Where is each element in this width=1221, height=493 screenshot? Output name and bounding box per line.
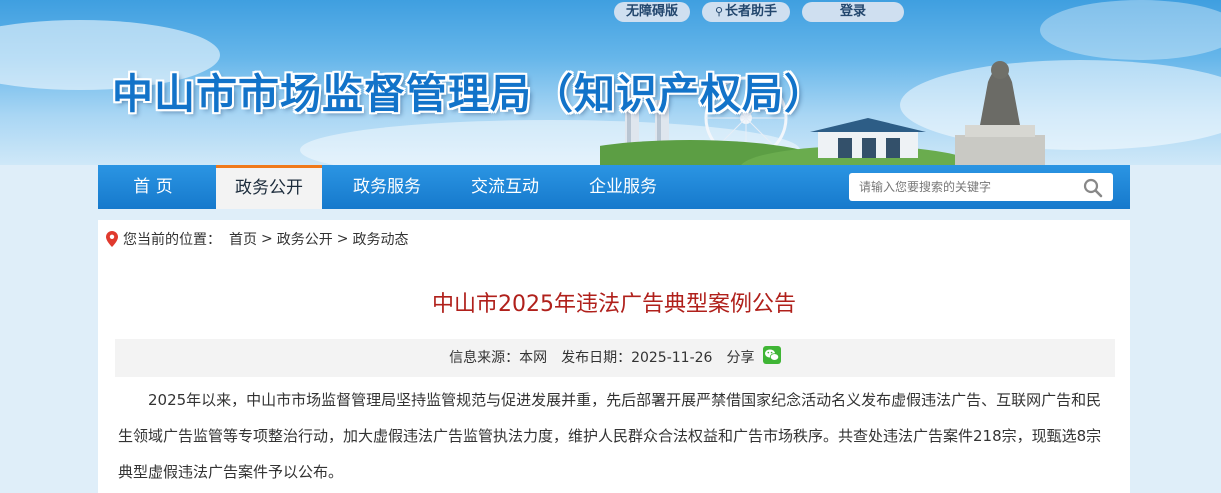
breadcrumb: 您当前的位置： 首页 > 政务公开 > 政务动态 xyxy=(106,229,412,249)
elder-helper-label: 长者助手 xyxy=(725,4,778,19)
article-title: 中山市2025年违法广告典型案例公告 xyxy=(432,292,796,317)
header-banner: 无障碍版 ⚲ 长者助手 登录 中山市市场监督管理局（知识产权局） xyxy=(0,0,1221,165)
breadcrumb-home-link[interactable]: 首页 xyxy=(229,229,257,249)
main-content: 您当前的位置： 首页 > 政务公开 > 政务动态 中山市2025年违法广告典型案… xyxy=(98,220,1130,493)
article-date: 发布日期：2025-11-26 xyxy=(561,350,713,366)
search-input[interactable] xyxy=(849,173,1089,201)
breadcrumb-level2-link[interactable]: 政务动态 xyxy=(352,229,408,249)
accessibility-button[interactable]: 无障碍版 xyxy=(614,2,690,22)
main-nav: 首 页 政务公开 政务服务 交流互动 企业服务 xyxy=(98,165,1130,209)
nav-interaction[interactable]: 交流互动 xyxy=(450,165,560,209)
nav-government-services[interactable]: 政务服务 xyxy=(332,165,442,209)
site-title: 中山市市场监督管理局（知识产权局） xyxy=(112,70,826,118)
article-source: 信息来源：本网 xyxy=(449,350,548,366)
wechat-share-icon[interactable] xyxy=(762,346,781,364)
nav-enterprise-services[interactable]: 企业服务 xyxy=(568,165,678,209)
search-icon[interactable] xyxy=(1083,178,1103,198)
location-pin-icon xyxy=(106,231,118,247)
cloud xyxy=(1040,0,1221,60)
article-meta: 信息来源：本网 发布日期：2025-11-26 分享 xyxy=(115,339,1115,377)
elder-helper-button[interactable]: ⚲ 长者助手 xyxy=(702,2,790,22)
nav-government-affairs[interactable]: 政务公开 xyxy=(216,165,322,209)
article-body-paragraph: 2025年以来，中山市市场监督管理局坚持监管规范与促进发展并重，先后部署开展严禁… xyxy=(118,391,1102,481)
login-button[interactable]: 登录 xyxy=(802,2,904,22)
nav-home[interactable]: 首 页 xyxy=(98,165,208,209)
breadcrumb-separator: > xyxy=(261,231,273,247)
search-box xyxy=(849,173,1113,201)
breadcrumb-separator: > xyxy=(336,231,349,247)
location-pin-icon: ⚲ xyxy=(714,5,724,18)
share-label: 分享 xyxy=(726,350,755,366)
breadcrumb-prefix: 您当前的位置： xyxy=(123,232,221,248)
breadcrumb-level1-link[interactable]: 政务公开 xyxy=(277,229,333,249)
